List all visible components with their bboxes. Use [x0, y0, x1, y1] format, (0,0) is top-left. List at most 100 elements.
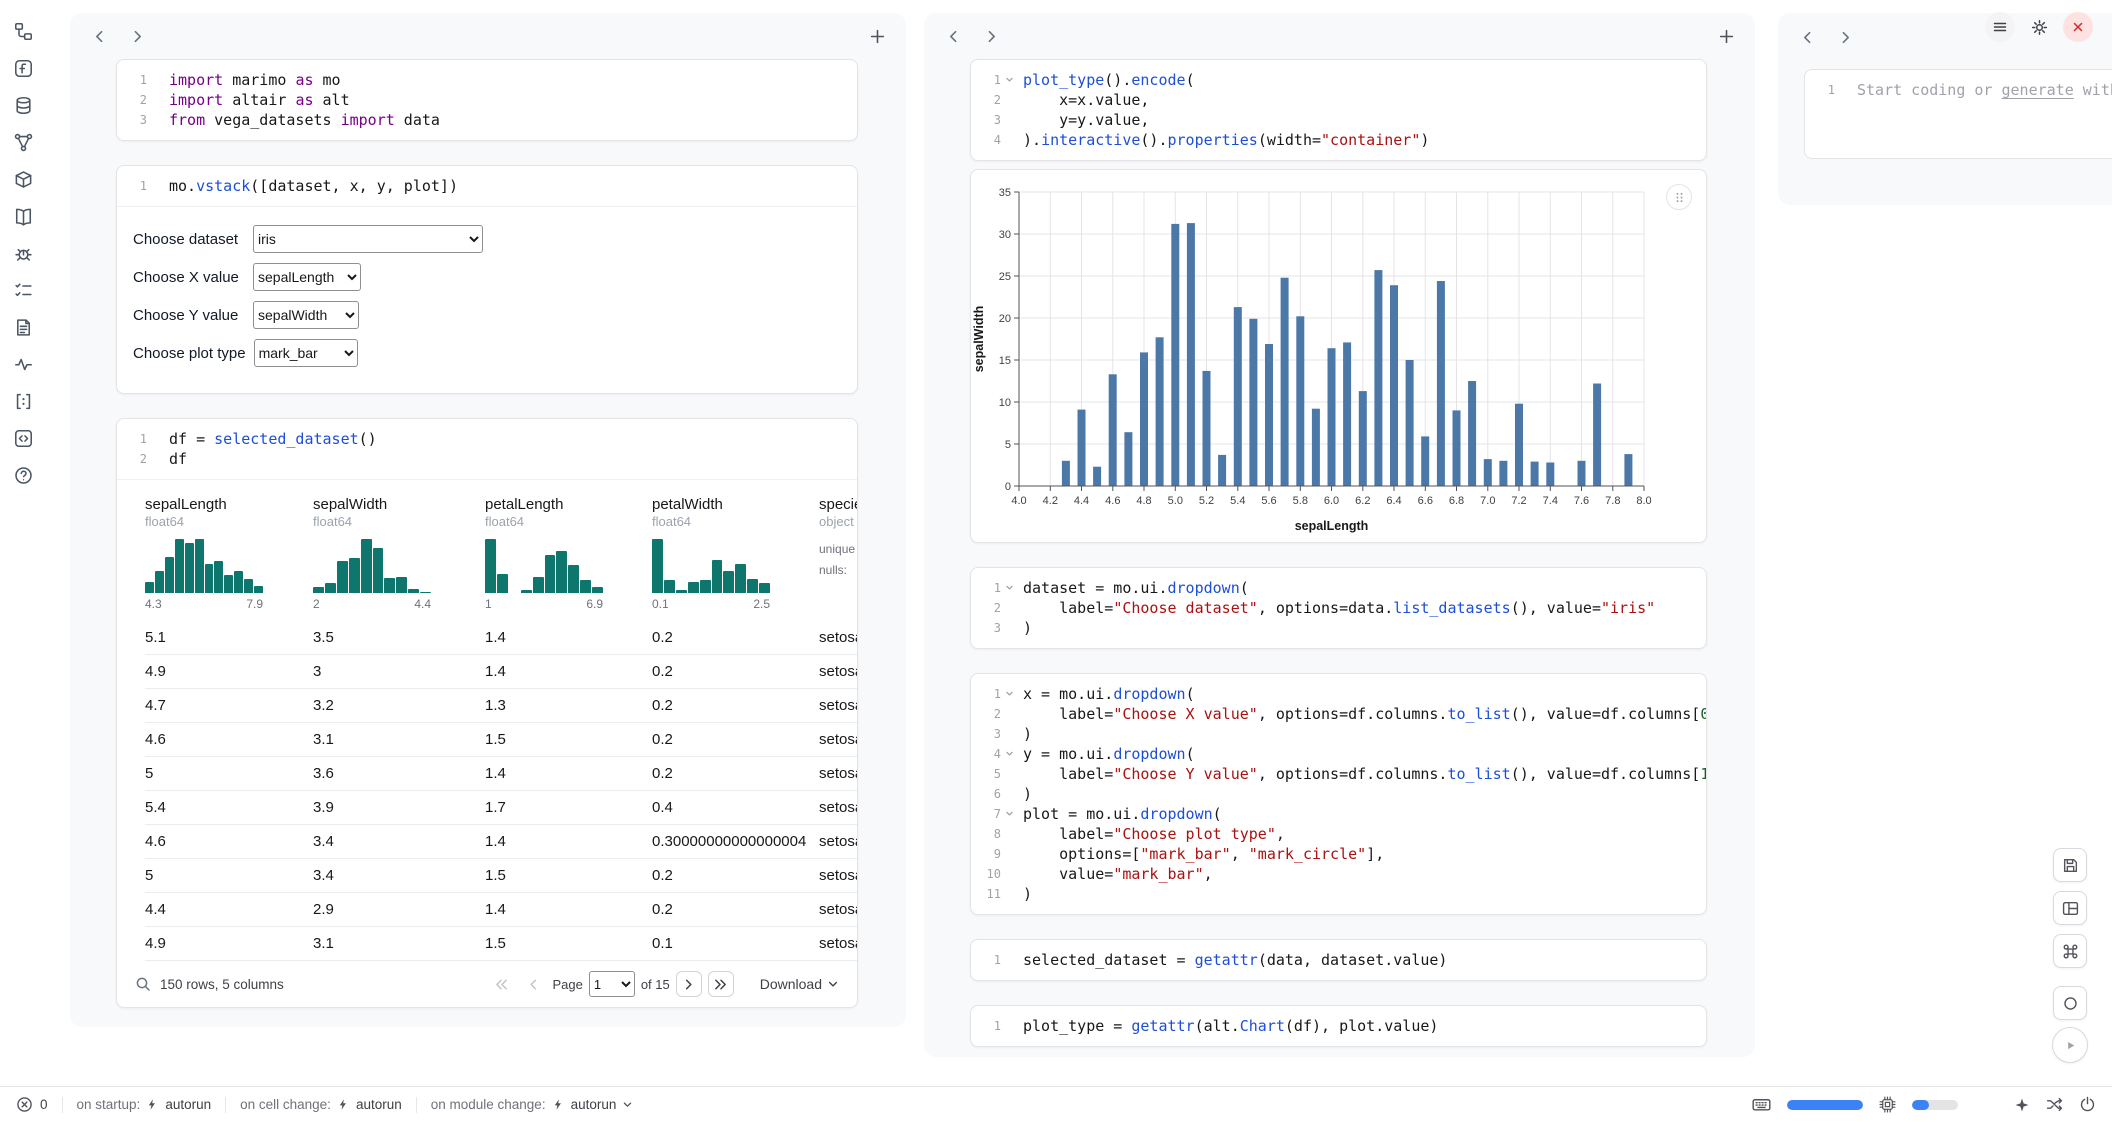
plot-type-select[interactable]: mark_bar: [254, 339, 358, 367]
table-cell: 0.2: [652, 859, 819, 892]
scratchpad-nav-left-button[interactable]: [1794, 24, 1820, 50]
table-cell: 1.4: [485, 757, 652, 790]
on-cell-change-setting[interactable]: on cell change: autorun: [240, 1097, 402, 1112]
table-row[interactable]: 5.13.51.40.2setosa: [145, 621, 857, 655]
scratchpad-nav-right-button[interactable]: [1832, 24, 1858, 50]
prev-page-button[interactable]: [520, 971, 546, 997]
ai-sparkle-icon[interactable]: [2014, 1097, 2030, 1113]
table-row[interactable]: 4.93.11.50.1setosa: [145, 927, 857, 961]
generate-link[interactable]: generate: [2002, 81, 2074, 99]
shutdown-icon[interactable]: [2079, 1096, 2096, 1113]
column-header[interactable]: petalLengthfloat64: [485, 488, 652, 537]
code-cell-xy-plot-dropdowns[interactable]: 1x = mo.ui.dropdown(2 label="Choose X va…: [970, 673, 1707, 915]
next-page-button[interactable]: [676, 971, 702, 997]
column-header[interactable]: sepalLengthfloat64: [145, 488, 313, 537]
column-header[interactable]: petalWidthfloat64: [652, 488, 819, 537]
column-header: [70, 13, 906, 59]
add-cell-button[interactable]: [1713, 23, 1739, 49]
table-row[interactable]: 53.61.40.2setosa: [145, 757, 857, 791]
panel-chat-icon[interactable]: [13, 464, 35, 486]
on-module-change-setting[interactable]: on module change: autorun: [431, 1097, 634, 1112]
svg-text:6.8: 6.8: [1449, 495, 1464, 507]
close-panel-button[interactable]: [2063, 12, 2093, 42]
panel-snippets-icon[interactable]: [13, 427, 35, 449]
table-row[interactable]: 4.63.11.50.2setosa: [145, 723, 857, 757]
scratchpad-panel: 1 Start coding or generate with AI.: [1778, 13, 2112, 205]
table-row[interactable]: 4.42.91.40.2setosa: [145, 893, 857, 927]
layout-button[interactable]: [2053, 891, 2087, 925]
panel-documentation-icon[interactable]: [13, 205, 35, 227]
x-value-select[interactable]: sepalLength: [253, 263, 361, 291]
panel-bug-icon[interactable]: [13, 242, 35, 264]
first-page-button[interactable]: [488, 971, 514, 997]
table-row[interactable]: 53.41.50.2setosa: [145, 859, 857, 893]
last-page-button[interactable]: [708, 971, 734, 997]
search-icon[interactable]: [135, 976, 151, 992]
panel-document-icon[interactable]: [13, 316, 35, 338]
code-cell-imports[interactable]: 1import marimo as mo2import altair as al…: [116, 59, 858, 141]
table-row[interactable]: 5.43.91.70.4setosa: [145, 791, 857, 825]
column-nav-right-button[interactable]: [978, 23, 1004, 49]
code-line: 1mo.vstack([dataset, x, y, plot]): [117, 176, 857, 196]
column-nav-left-button[interactable]: [940, 23, 966, 49]
run-all-button[interactable]: [2052, 1027, 2088, 1063]
code-cell-dataframe[interactable]: 1df = selected_dataset()2df sepalLengthf…: [116, 418, 858, 1008]
code-line: 1plot_type = getattr(alt.Chart(df), plot…: [971, 1016, 1706, 1036]
table-cell: 3.5: [313, 621, 485, 654]
column-nav-right-button[interactable]: [124, 23, 150, 49]
line-number: 1: [117, 429, 161, 449]
dataset-select[interactable]: iris: [253, 225, 483, 253]
chart-y-axis-title: sepalWidth: [972, 306, 986, 373]
on-startup-setting[interactable]: on startup: autorun: [77, 1097, 212, 1112]
panel-marimo-icon[interactable]: [13, 57, 35, 79]
column-header[interactable]: speciesobject: [819, 488, 857, 537]
chart-bar: [1624, 454, 1632, 486]
panel-logs-icon[interactable]: [13, 279, 35, 301]
panel-tracing-icon[interactable]: [13, 353, 35, 375]
panel-packages-icon[interactable]: [13, 168, 35, 190]
chart-menu-button[interactable]: [1666, 184, 1692, 210]
stop-button[interactable]: [2053, 986, 2087, 1020]
svg-text:15: 15: [999, 355, 1011, 367]
panel-datasources-icon[interactable]: [13, 94, 35, 116]
add-cell-button[interactable]: [864, 23, 890, 49]
chart-bar: [1593, 384, 1601, 487]
panel-files-icon[interactable]: [13, 20, 35, 42]
page-select[interactable]: 1: [589, 971, 635, 997]
chart-bar: [1328, 348, 1336, 486]
code-line: 2df: [117, 449, 857, 469]
table-cell: 1.7: [485, 791, 652, 824]
code-line: 1import marimo as mo: [117, 70, 857, 90]
column-header[interactable]: sepalWidthfloat64: [313, 488, 485, 537]
svg-text:5: 5: [1005, 439, 1011, 451]
y-value-select[interactable]: sepalWidth: [253, 301, 359, 329]
column-nav-left-button[interactable]: [86, 23, 112, 49]
code-cell-dataset-dropdown[interactable]: 1dataset = mo.ui.dropdown(2 label="Choos…: [970, 567, 1707, 649]
errors-indicator[interactable]: 0: [16, 1096, 48, 1113]
line-number: 2: [971, 90, 1015, 110]
chart-bar: [1249, 319, 1257, 486]
panel-secrets-icon[interactable]: [13, 390, 35, 412]
table-row[interactable]: 4.73.21.30.2setosa: [145, 689, 857, 723]
download-button[interactable]: Download: [760, 976, 839, 992]
panel-variables-icon[interactable]: [13, 131, 35, 153]
code-cell-plot-type[interactable]: 1plot_type = getattr(alt.Chart(df), plot…: [970, 1005, 1707, 1047]
keyboard-icon[interactable]: [1752, 1095, 1771, 1114]
save-button[interactable]: [2053, 848, 2087, 882]
code-cell-selected-dataset[interactable]: 1selected_dataset = getattr(data, datase…: [970, 939, 1707, 981]
menu-button[interactable]: [1985, 12, 2015, 42]
bar-chart[interactable]: 4.04.24.44.64.85.05.25.45.65.86.06.26.46…: [971, 178, 1706, 538]
line-number: 1: [1805, 80, 1849, 100]
table-row[interactable]: 4.931.40.2setosa: [145, 655, 857, 689]
settings-button[interactable]: [2024, 12, 2054, 42]
command-icon: [2062, 943, 2079, 960]
chart-bar: [1359, 391, 1367, 486]
scratchpad-editor[interactable]: 1 Start coding or generate with AI.: [1804, 69, 2112, 159]
shuffle-icon[interactable]: [2046, 1096, 2063, 1113]
command-palette-button[interactable]: [2053, 934, 2087, 968]
table-cell: setosa: [819, 757, 857, 790]
dropdown-label: Choose dataset: [133, 231, 245, 248]
code-cell-plot[interactable]: 1plot_type().encode(2 x=x.value,3 y=y.va…: [970, 59, 1707, 161]
table-row[interactable]: 4.63.41.40.30000000000000004setosa: [145, 825, 857, 859]
code-cell-vstack[interactable]: 1mo.vstack([dataset, x, y, plot]) Choose…: [116, 165, 858, 394]
